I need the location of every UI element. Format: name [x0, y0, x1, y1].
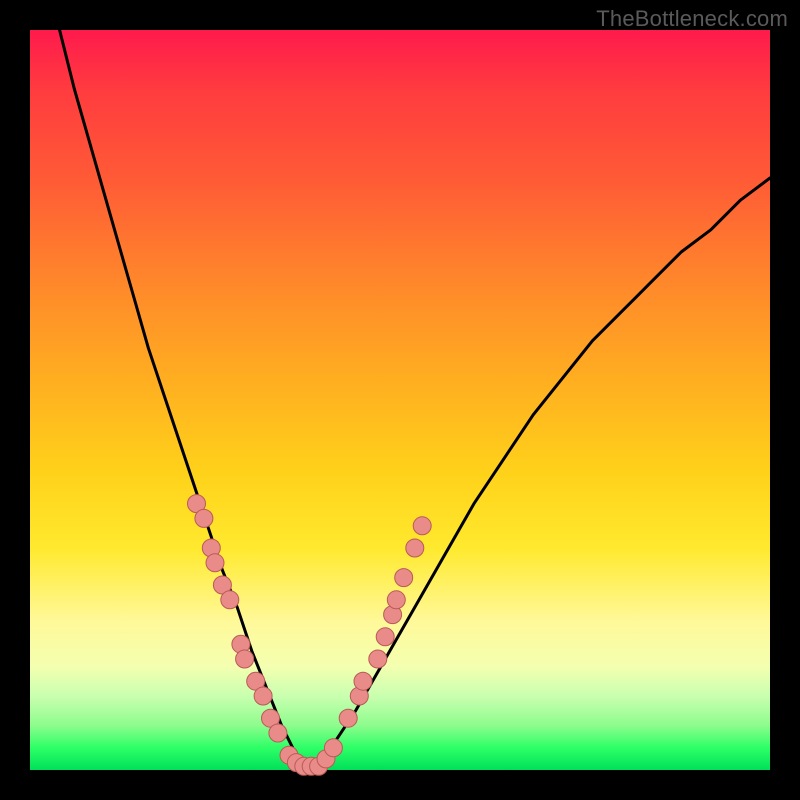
curve-marker	[406, 539, 424, 557]
curve-layer	[30, 30, 770, 770]
curve-marker	[354, 672, 372, 690]
curve-marker	[369, 650, 387, 668]
curve-marker	[221, 591, 239, 609]
curve-marker	[339, 709, 357, 727]
curve-marker	[236, 650, 254, 668]
curve-marker	[195, 509, 213, 527]
curve-marker	[413, 517, 431, 535]
chart-frame: TheBottleneck.com	[0, 0, 800, 800]
curve-markers	[188, 495, 432, 776]
plot-area	[30, 30, 770, 770]
curve-marker	[324, 739, 342, 757]
curve-marker	[254, 687, 272, 705]
curve-marker	[206, 554, 224, 572]
watermark-text: TheBottleneck.com	[596, 6, 788, 32]
curve-marker	[395, 569, 413, 587]
bottleneck-curve-path	[60, 30, 770, 770]
curve-marker	[376, 628, 394, 646]
curve-marker	[269, 724, 287, 742]
curve-marker	[387, 591, 405, 609]
